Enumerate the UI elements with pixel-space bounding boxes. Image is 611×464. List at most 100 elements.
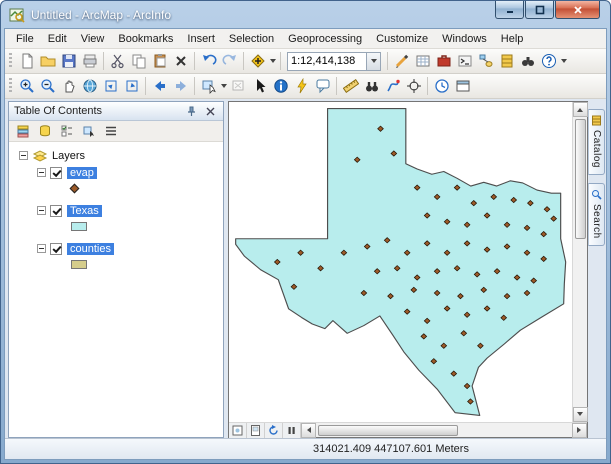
measure-button[interactable] [340, 76, 361, 97]
layer-name-texas[interactable]: Texas [67, 205, 102, 217]
select-features-button[interactable] [198, 76, 219, 97]
tab-search[interactable]: Search [588, 183, 605, 246]
menu-item-selection[interactable]: Selection [222, 31, 281, 47]
scroll-left-button[interactable] [301, 423, 316, 438]
tab-catalog[interactable]: Catalog [588, 109, 605, 175]
menu-item-windows[interactable]: Windows [435, 31, 494, 47]
print-button[interactable] [79, 51, 100, 72]
menu-item-help[interactable]: Help [494, 31, 531, 47]
layer-name-evap[interactable]: evap [67, 167, 97, 179]
toc-close-button[interactable] [203, 104, 218, 119]
toolbar-options-dropdown[interactable] [559, 51, 568, 72]
horizontal-scroll-thumb[interactable] [318, 425, 458, 436]
layers-root-row[interactable]: Layers [11, 147, 221, 164]
help-button[interactable] [538, 51, 559, 72]
texas-evap-map[interactable] [234, 107, 567, 417]
fixed-zoom-in-button[interactable] [100, 76, 121, 97]
vertical-scroll-thumb[interactable] [575, 119, 586, 239]
hyperlink-button[interactable] [291, 76, 312, 97]
scroll-right-button[interactable] [572, 423, 587, 438]
cut-button[interactable] [107, 51, 128, 72]
save-button[interactable] [58, 51, 79, 72]
arctoolbox-button[interactable] [433, 51, 454, 72]
map-scale-input[interactable] [288, 55, 366, 67]
layer-row-counties[interactable]: counties [11, 240, 221, 257]
select-features-dropdown[interactable] [219, 76, 228, 97]
fill-symbol-counties[interactable] [71, 260, 87, 269]
undo-button[interactable] [198, 51, 219, 72]
find-button[interactable] [361, 76, 382, 97]
scroll-up-button[interactable] [573, 102, 588, 117]
list-by-source-button[interactable] [35, 122, 54, 140]
python-window-button[interactable] [454, 51, 475, 72]
search-window-button[interactable] [517, 51, 538, 72]
minimize-button[interactable] [495, 1, 524, 19]
texas-polygon[interactable] [236, 109, 566, 416]
layer-checkbox-texas[interactable] [50, 205, 62, 217]
full-extent-button[interactable] [79, 76, 100, 97]
map-vertical-scrollbar[interactable] [572, 102, 587, 422]
zoom-out-button[interactable] [37, 76, 58, 97]
menu-item-file[interactable]: File [9, 31, 41, 47]
identify-button[interactable] [270, 76, 291, 97]
clock-icon [434, 78, 450, 94]
go-back-extent-button[interactable] [149, 76, 170, 97]
collapse-icon[interactable] [37, 244, 46, 253]
fixed-zoom-out-button[interactable] [121, 76, 142, 97]
open-button[interactable] [37, 51, 58, 72]
list-by-drawing-order-button[interactable] [13, 122, 32, 140]
find-route-button[interactable] [382, 76, 403, 97]
list-by-visibility-button[interactable] [57, 122, 76, 140]
layer-checkbox-evap[interactable] [50, 167, 62, 179]
zoom-in-button[interactable] [16, 76, 37, 97]
pan-button[interactable] [58, 76, 79, 97]
add-data-button[interactable] [247, 51, 268, 72]
scroll-down-button[interactable] [573, 407, 588, 422]
go-to-xy-button[interactable] [403, 76, 424, 97]
menu-item-bookmarks[interactable]: Bookmarks [111, 31, 180, 47]
map-scale-dropdown[interactable] [366, 53, 380, 70]
point-symbol-evap[interactable] [70, 184, 80, 194]
layer-checkbox-counties[interactable] [50, 243, 62, 255]
toolbar-grip[interactable] [9, 78, 12, 94]
collapse-icon[interactable] [37, 168, 46, 177]
collapse-icon[interactable] [37, 206, 46, 215]
select-elements-button[interactable] [249, 76, 270, 97]
maximize-button[interactable] [525, 1, 554, 19]
go-forward-extent-button[interactable] [170, 76, 191, 97]
time-slider-button[interactable] [431, 76, 452, 97]
fill-symbol-texas[interactable] [71, 222, 87, 231]
paste-button[interactable] [149, 51, 170, 72]
map-canvas[interactable] [229, 102, 572, 422]
layer-name-counties[interactable]: counties [67, 243, 114, 255]
redo-button[interactable] [219, 51, 240, 72]
menu-item-geoprocessing[interactable]: Geoprocessing [281, 31, 369, 47]
collapse-icon[interactable] [19, 151, 28, 160]
editor-toolbar-button[interactable] [391, 51, 412, 72]
delete-button[interactable] [170, 51, 191, 72]
refresh-view-button[interactable] [265, 423, 283, 438]
new-document-button[interactable] [16, 51, 37, 72]
attribute-table-button[interactable] [412, 51, 433, 72]
viewer-window-button[interactable] [452, 76, 473, 97]
layer-row-texas[interactable]: Texas [11, 202, 221, 219]
copy-button[interactable] [128, 51, 149, 72]
list-by-selection-button[interactable] [79, 122, 98, 140]
clear-selection-button[interactable] [228, 76, 249, 97]
layout-view-button[interactable] [247, 423, 265, 438]
menu-item-view[interactable]: View [74, 31, 112, 47]
toc-options-button[interactable] [101, 122, 120, 140]
layer-row-evap[interactable]: evap [11, 164, 221, 181]
catalog-window-button[interactable] [496, 51, 517, 72]
toc-pin-button[interactable] [184, 104, 199, 119]
add-data-dropdown[interactable] [268, 51, 277, 72]
html-popup-button[interactable] [312, 76, 333, 97]
toolbar-grip[interactable] [9, 53, 12, 69]
model-builder-button[interactable] [475, 51, 496, 72]
data-view-button[interactable] [229, 423, 247, 438]
menu-item-edit[interactable]: Edit [41, 31, 74, 47]
pause-drawing-button[interactable] [283, 423, 301, 438]
menu-item-insert[interactable]: Insert [180, 31, 222, 47]
menu-item-customize[interactable]: Customize [369, 31, 435, 47]
close-button[interactable] [555, 1, 600, 19]
